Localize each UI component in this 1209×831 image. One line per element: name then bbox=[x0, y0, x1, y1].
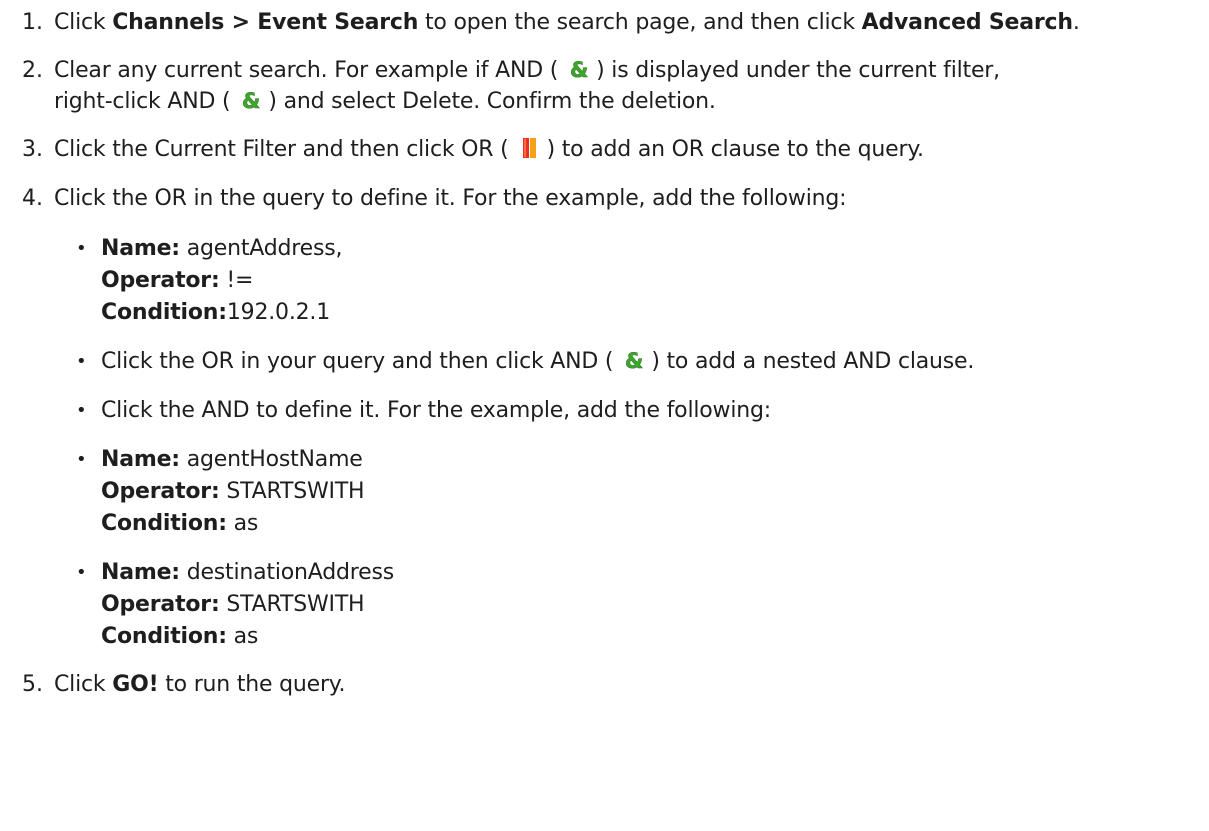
step-number: 1. bbox=[22, 10, 43, 35]
or-bars-icon bbox=[519, 137, 541, 159]
step-2-text-line-1: Clear any current search. For example if… bbox=[54, 58, 1000, 83]
go-label: GO! bbox=[112, 672, 159, 697]
bullet-marker: • bbox=[76, 238, 87, 259]
bullet-define-and-text: Click the AND to define it. For the exam… bbox=[101, 398, 771, 423]
bullet-operator-line: Operator: STARTSWITH bbox=[101, 592, 365, 617]
step-1-text: Click Channels > Event Search to open th… bbox=[54, 10, 1080, 35]
bullet-marker: • bbox=[76, 449, 87, 470]
and-ampersand-icon bbox=[568, 58, 590, 80]
bullet-marker: • bbox=[76, 351, 87, 372]
bullet-name-line: Name: destinationAddress bbox=[101, 560, 394, 585]
bullet-condition-line: Condition: as bbox=[101, 624, 259, 649]
advanced-search-label: Advanced Search bbox=[861, 10, 1073, 35]
step-number: 2. bbox=[22, 58, 43, 83]
menu-path-channels-event-search: Channels > Event Search bbox=[112, 10, 419, 35]
step-number: 3. bbox=[22, 137, 43, 162]
step-number: 4. bbox=[22, 186, 43, 211]
bullet-condition-line: Condition:192.0.2.1 bbox=[101, 300, 331, 325]
step-5-text: Click GO! to run the query. bbox=[54, 672, 346, 697]
bullet-nested-and-text: Click the OR in your query and then clic… bbox=[101, 349, 975, 374]
bullet-marker: • bbox=[76, 400, 87, 421]
step-2-text-line-2: right-click AND () and select Delete. Co… bbox=[54, 89, 716, 114]
step-3-text: Click the Current Filter and then click … bbox=[54, 137, 924, 162]
and-ampersand-icon bbox=[623, 349, 645, 371]
bullet-condition-line: Condition: as bbox=[101, 511, 259, 536]
instructions-document: 1. Click Channels > Event Search to open… bbox=[0, 0, 1209, 831]
step-4-text: Click the OR in the query to define it. … bbox=[54, 186, 847, 211]
bullet-operator-line: Operator: STARTSWITH bbox=[101, 479, 365, 504]
step-number: 5. bbox=[22, 672, 43, 697]
bullet-name-line: Name: agentAddress, bbox=[101, 236, 343, 261]
bullet-name-line: Name: agentHostName bbox=[101, 447, 363, 472]
bullet-marker: • bbox=[76, 562, 87, 583]
and-ampersand-icon bbox=[240, 89, 262, 111]
bullet-operator-line: Operator: != bbox=[101, 268, 254, 293]
